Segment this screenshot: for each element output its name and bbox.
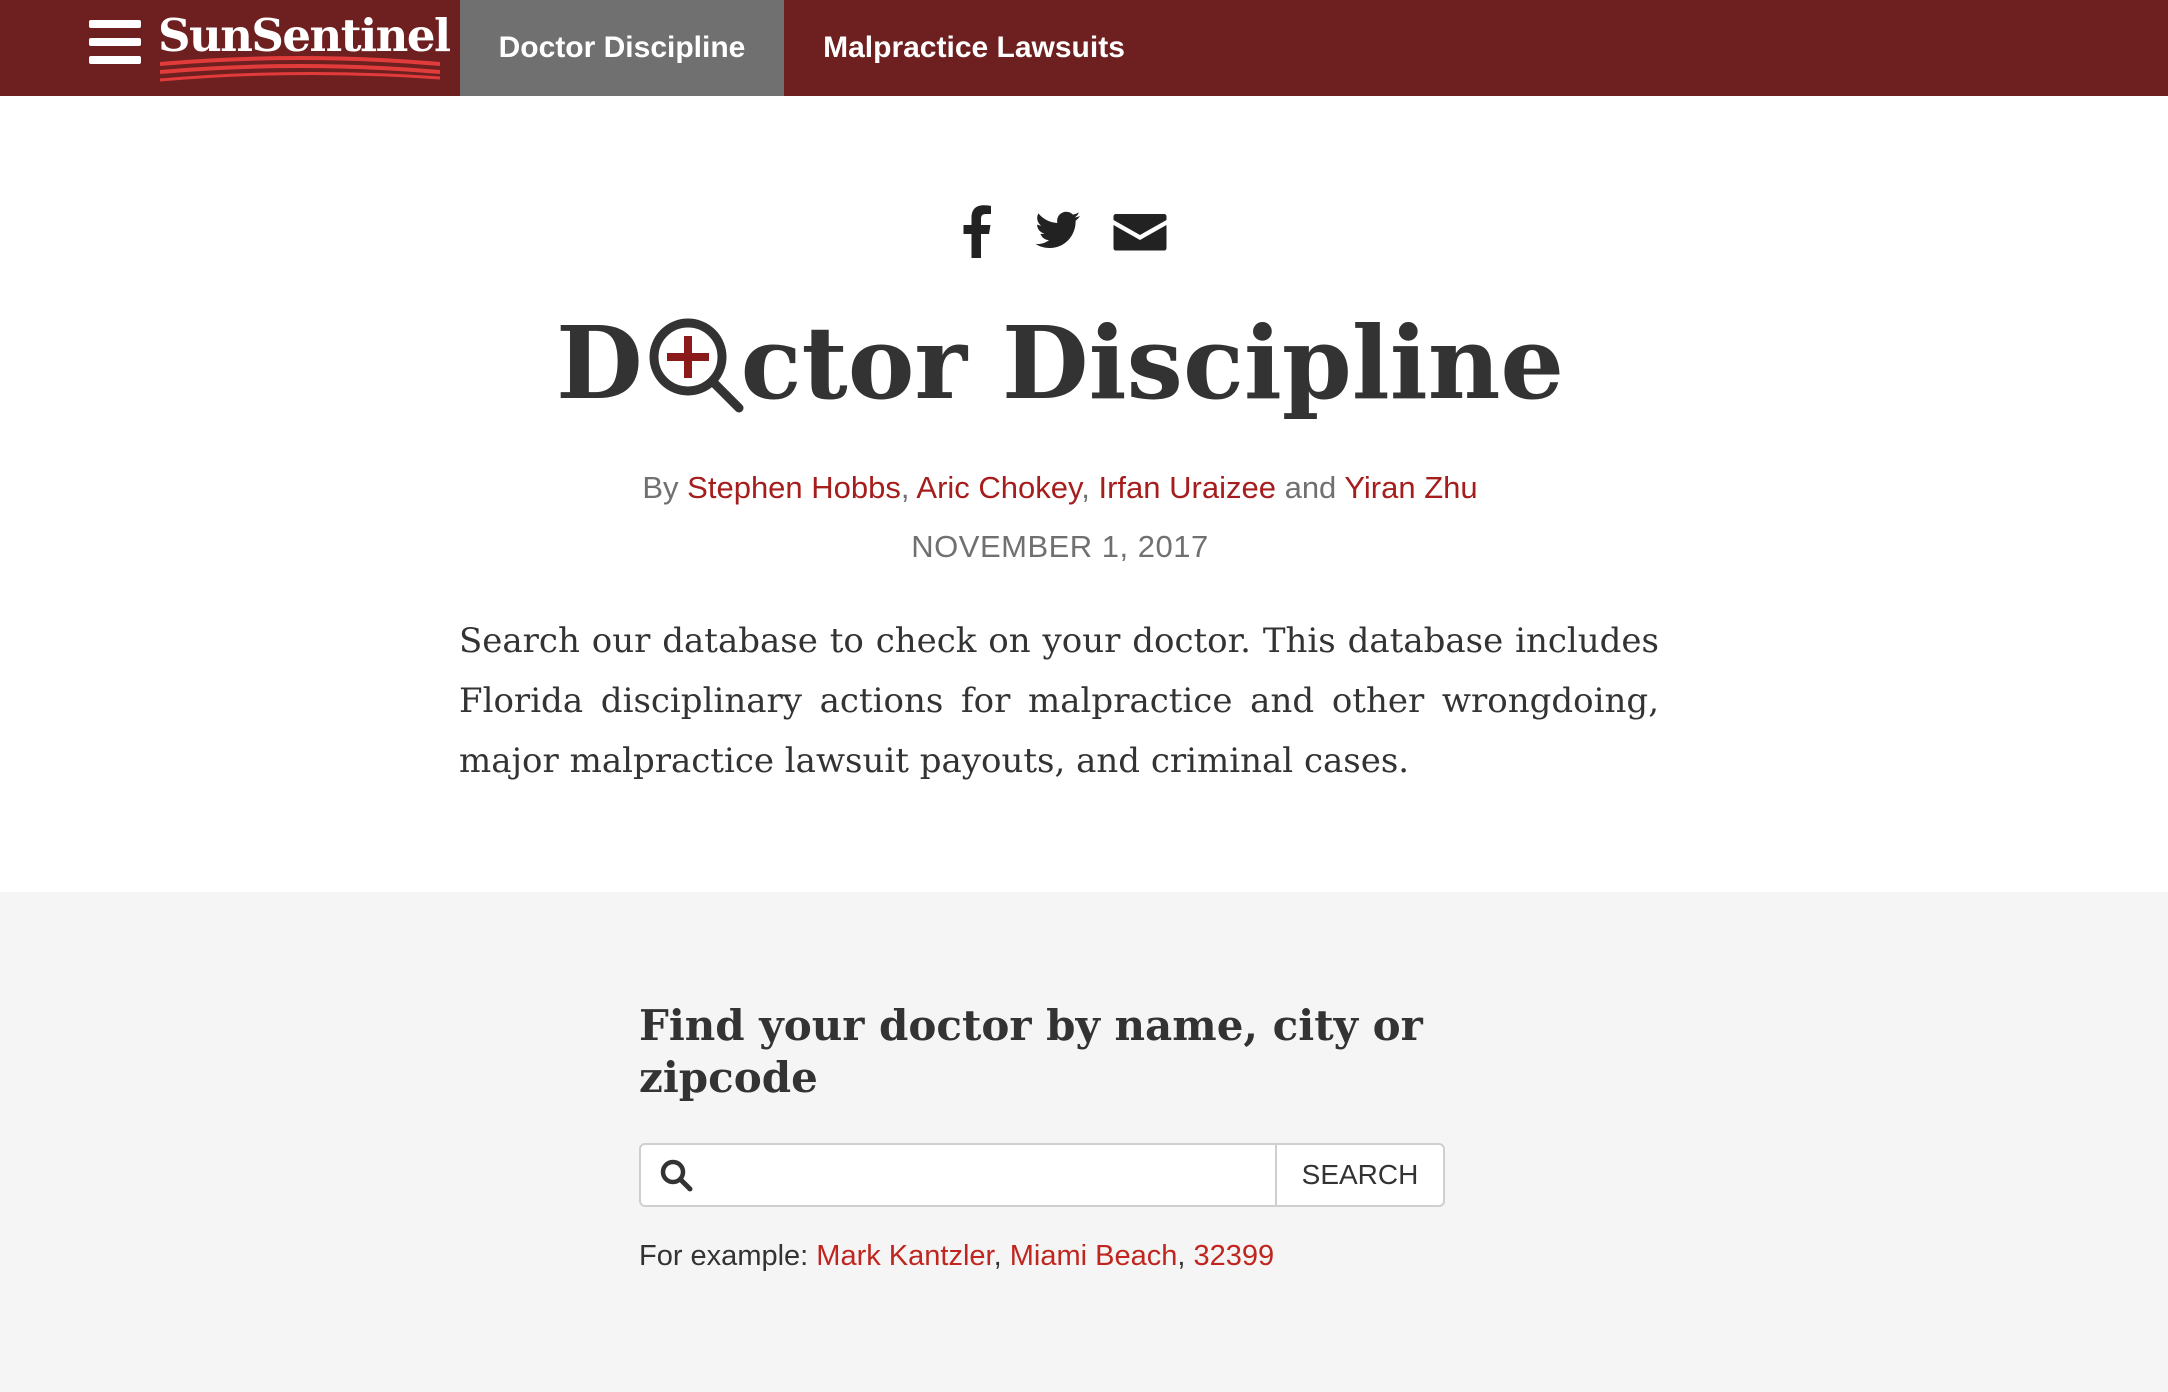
- byline: By Stephen Hobbs, Aric Chokey, Irfan Ura…: [0, 464, 2120, 512]
- tab-label: Doctor Discipline: [498, 31, 746, 64]
- logo-swoosh-icon: [159, 56, 441, 82]
- search-examples: For example: Mark Kantzler, Miami Beach,…: [639, 1233, 1274, 1279]
- magnifier-plus-icon: [643, 308, 744, 413]
- publish-date: NOVEMBER 1, 2017: [911, 529, 1209, 564]
- author-link[interactable]: Irfan Uraizee: [1098, 470, 1275, 505]
- example-separator: ,: [993, 1240, 1002, 1272]
- byline-and: and: [1284, 470, 1337, 505]
- byline-prefix: By: [642, 470, 679, 505]
- author-link[interactable]: Stephen Hobbs: [687, 470, 901, 505]
- author-link[interactable]: Aric Chokey: [916, 470, 1081, 505]
- search-input[interactable]: [711, 1145, 1271, 1205]
- example-separator: ,: [1177, 1240, 1186, 1272]
- search-heading: Find your doctor by name, city or zipcod…: [639, 1001, 1423, 1102]
- example-prefix: For example:: [639, 1240, 809, 1272]
- example-link[interactable]: 32399: [1193, 1240, 1274, 1272]
- tab-label: Malpractice Lawsuits: [823, 31, 1125, 64]
- page-title: Dctor Discipline: [0, 288, 2120, 438]
- example-link[interactable]: Miami Beach: [1010, 1240, 1178, 1272]
- example-link[interactable]: Mark Kantzler: [816, 1240, 993, 1272]
- sun-sentinel-logo[interactable]: SunSentinel: [158, 8, 451, 88]
- title-text-end: ctor Discipline: [740, 304, 1565, 422]
- search-icon: [660, 1159, 693, 1192]
- tab-malpractice-lawsuits[interactable]: Malpractice Lawsuits: [784, 0, 1164, 96]
- search-form: SEARCH: [639, 1143, 1445, 1207]
- search-section: [0, 892, 2168, 1392]
- tab-doctor-discipline[interactable]: Doctor Discipline: [460, 0, 784, 96]
- facebook-icon[interactable]: [962, 204, 992, 264]
- search-button[interactable]: SEARCH: [1275, 1145, 1443, 1205]
- hamburger-menu-icon[interactable]: [89, 20, 141, 64]
- author-link[interactable]: Yiran Zhu: [1344, 470, 1477, 505]
- email-icon[interactable]: [1113, 204, 1167, 264]
- byline-separator: ,: [1081, 470, 1090, 505]
- title-text-start: D: [555, 304, 643, 422]
- top-navigation: SunSentinel Doctor Discipline Malpractic…: [0, 0, 2168, 96]
- intro-paragraph: Search our database to check on your doc…: [459, 621, 1659, 781]
- byline-separator: ,: [900, 470, 910, 505]
- twitter-icon[interactable]: [1035, 204, 1081, 264]
